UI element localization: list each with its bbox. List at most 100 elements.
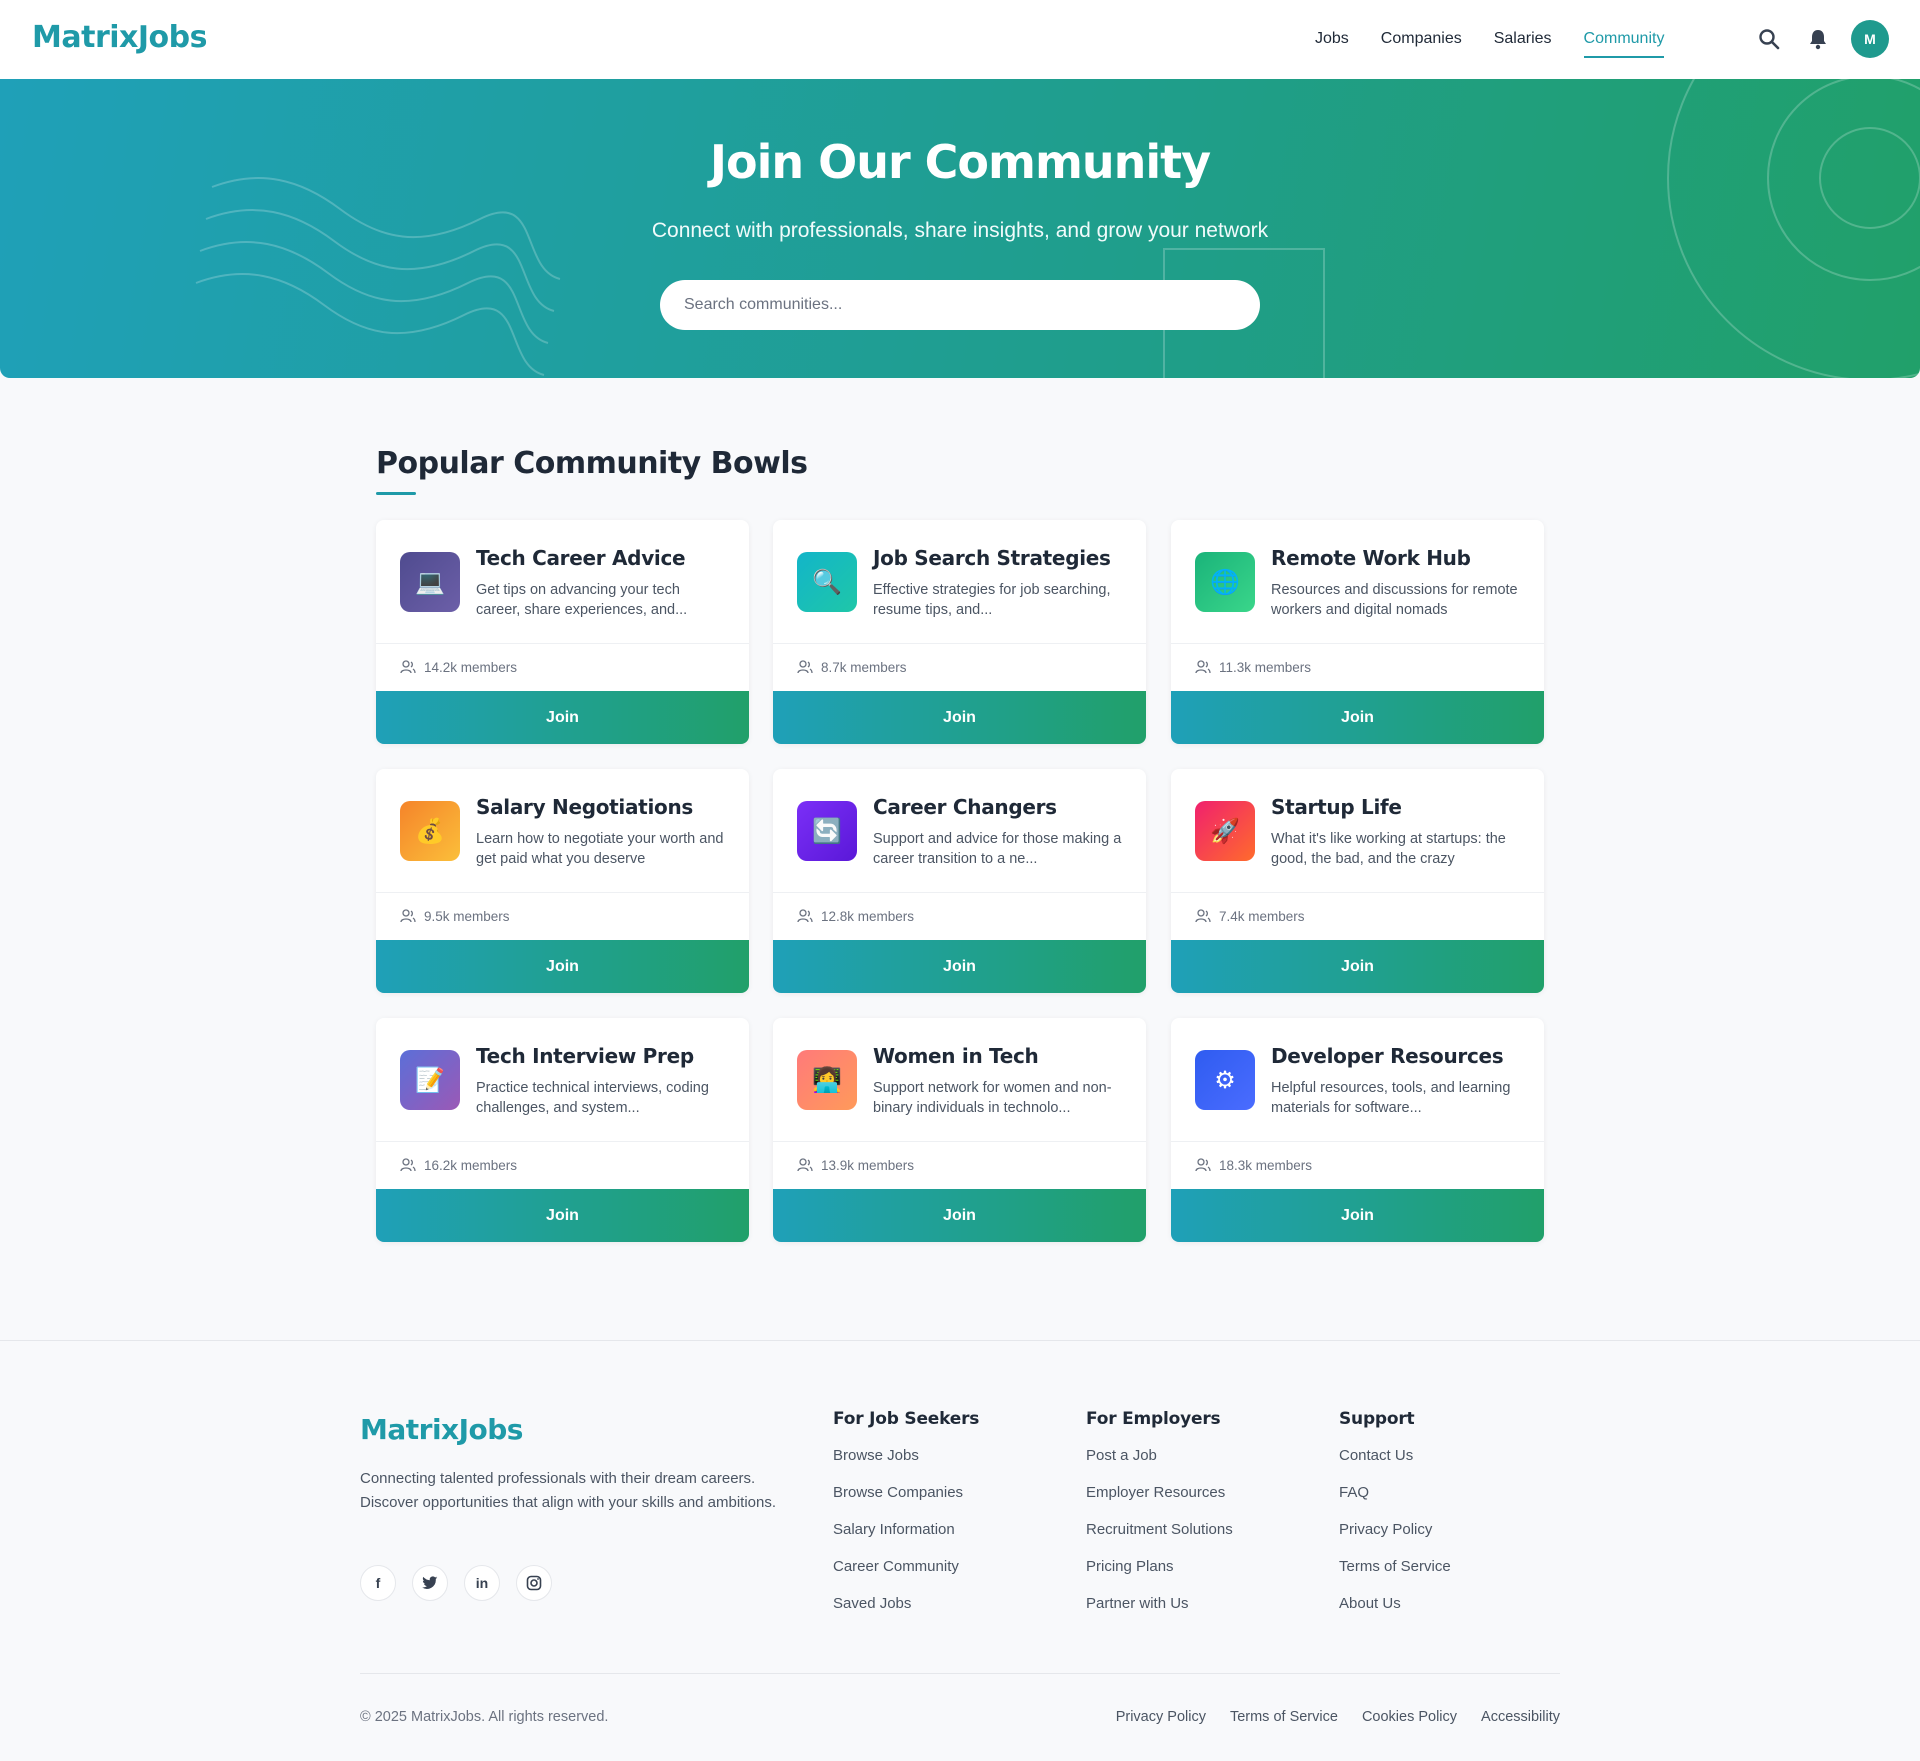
linkedin-icon[interactable]: in [464,1565,500,1601]
footer-link[interactable]: FAQ [1339,1484,1451,1503]
footer-col-heading: For Job Seekers [833,1409,980,1429]
community-title[interactable]: Startup Life [1271,795,1402,819]
footer-link[interactable]: Career Community [833,1558,979,1577]
join-button[interactable]: Join [1171,1189,1544,1242]
community-description: What it's like working at startups: the … [1271,831,1506,867]
community-card: 💰 Salary Negotiations Learn how to negot… [376,769,749,993]
nav-companies[interactable]: Companies [1381,0,1462,79]
community-title[interactable]: Salary Negotiations [476,795,693,819]
community-title[interactable]: Developer Resources [1271,1044,1504,1068]
legal-links: Privacy Policy Terms of Service Cookies … [1116,1709,1560,1725]
footer-link[interactable]: Employer Resources [1086,1484,1233,1503]
facebook-icon[interactable]: f [360,1565,396,1601]
top-navbar: MatrixJobs Jobs Companies Salaries Commu… [0,0,1920,79]
nav-community[interactable]: Community [1583,0,1664,79]
community-card: 🌐 Remote Work Hub Resources and discussi… [1171,520,1544,744]
community-title[interactable]: Tech Career Advice [476,546,686,570]
member-count: 18.3k members [1195,1152,1312,1178]
footer-col-support: Support Contact Us FAQ Privacy Policy Te… [1339,1409,1451,1632]
legal-link[interactable]: Privacy Policy [1116,1709,1206,1725]
community-description: Effective strategies for job searching, … [873,582,1111,618]
member-count-text: 16.2k members [424,1157,518,1173]
footer-logo[interactable]: MatrixJobs [360,1413,523,1446]
card-divider [1171,1141,1544,1142]
community-card: 👩‍💻 Women in Tech Support network for wo… [773,1018,1146,1242]
nav-salaries[interactable]: Salaries [1494,0,1552,79]
legal-link[interactable]: Cookies Policy [1362,1709,1457,1725]
users-icon [1195,1158,1211,1172]
bell-icon[interactable] [1805,26,1831,52]
member-count: 16.2k members [400,1152,517,1178]
community-title[interactable]: Women in Tech [873,1044,1039,1068]
refresh-icon: 🔄 [797,801,857,861]
twitter-icon[interactable] [412,1565,448,1601]
users-icon [400,660,416,674]
join-button[interactable]: Join [376,940,749,993]
footer-link[interactable]: Pricing Plans [1086,1558,1233,1577]
users-icon [1195,909,1211,923]
member-count-text: 12.8k members [821,908,915,924]
card-divider [1171,643,1544,644]
join-button[interactable]: Join [376,691,749,744]
member-count-text: 7.4k members [1219,908,1305,924]
users-icon [797,660,813,674]
hero-banner: Join Our Community Connect with professi… [0,79,1920,378]
footer-about: Connecting talented professionals with t… [360,1470,777,1511]
community-title[interactable]: Job Search Strategies [873,546,1111,570]
footer-col-heading: For Employers [1086,1409,1221,1429]
footer-link[interactable]: Recruitment Solutions [1086,1521,1233,1540]
footer-link[interactable]: Salary Information [833,1521,979,1540]
join-button[interactable]: Join [773,940,1146,993]
footer-link[interactable]: Contact Us [1339,1447,1451,1466]
footer-link[interactable]: Saved Jobs [833,1595,979,1614]
join-button[interactable]: Join [773,1189,1146,1242]
member-count-text: 8.7k members [821,659,907,675]
social-links: f in [360,1565,552,1601]
community-description: Support and advice for those making a ca… [873,831,1122,867]
community-title[interactable]: Remote Work Hub [1271,546,1471,570]
member-count: 12.8k members [797,903,914,929]
member-count: 13.9k members [797,1152,914,1178]
footer-col-heading: Support [1339,1409,1415,1429]
footer-link[interactable]: Browse Jobs [833,1447,979,1466]
footer-col-job-seekers: For Job Seekers Browse Jobs Browse Compa… [833,1409,979,1632]
community-title[interactable]: Career Changers [873,795,1057,819]
footer-link[interactable]: Post a Job [1086,1447,1233,1466]
community-title[interactable]: Tech Interview Prep [476,1044,694,1068]
instagram-icon[interactable] [516,1565,552,1601]
users-icon [400,1158,416,1172]
legal-link[interactable]: Terms of Service [1230,1709,1338,1725]
card-divider [376,643,749,644]
card-divider [1171,892,1544,893]
join-button[interactable]: Join [376,1189,749,1242]
community-card: 🚀 Startup Life What it's like working at… [1171,769,1544,993]
community-description: Resources and discussions for remote wor… [1271,582,1518,618]
footer-link[interactable]: Privacy Policy [1339,1521,1451,1540]
member-count: 8.7k members [797,654,907,680]
community-description: Practice technical interviews, coding ch… [476,1080,709,1116]
community-description: Helpful resources, tools, and learning m… [1271,1080,1511,1116]
users-icon [1195,660,1211,674]
community-card: 🔄 Career Changers Support and advice for… [773,769,1146,993]
member-count-text: 14.2k members [424,659,518,675]
community-search-input[interactable] [660,280,1260,330]
join-button[interactable]: Join [1171,691,1544,744]
footer-link[interactable]: Browse Companies [833,1484,979,1503]
globe-icon: 🌐 [1195,552,1255,612]
footer-link[interactable]: Partner with Us [1086,1595,1233,1614]
search-icon[interactable] [1756,26,1782,52]
card-divider [376,1141,749,1142]
footer-link[interactable]: Terms of Service [1339,1558,1451,1577]
legal-link[interactable]: Accessibility [1481,1709,1560,1725]
memo-icon: 📝 [400,1050,460,1110]
join-button[interactable]: Join [773,691,1146,744]
join-button[interactable]: Join [1171,940,1544,993]
brand-logo[interactable]: MatrixJobs [32,20,207,55]
avatar[interactable]: M [1851,20,1889,58]
woman-technologist-icon: 👩‍💻 [797,1050,857,1110]
rocket-icon: 🚀 [1195,801,1255,861]
nav-jobs[interactable]: Jobs [1315,0,1349,79]
hero-title: Join Our Community [709,135,1211,189]
community-card: ⚙ Developer Resources Helpful resources,… [1171,1018,1544,1242]
footer-link[interactable]: About Us [1339,1595,1451,1614]
